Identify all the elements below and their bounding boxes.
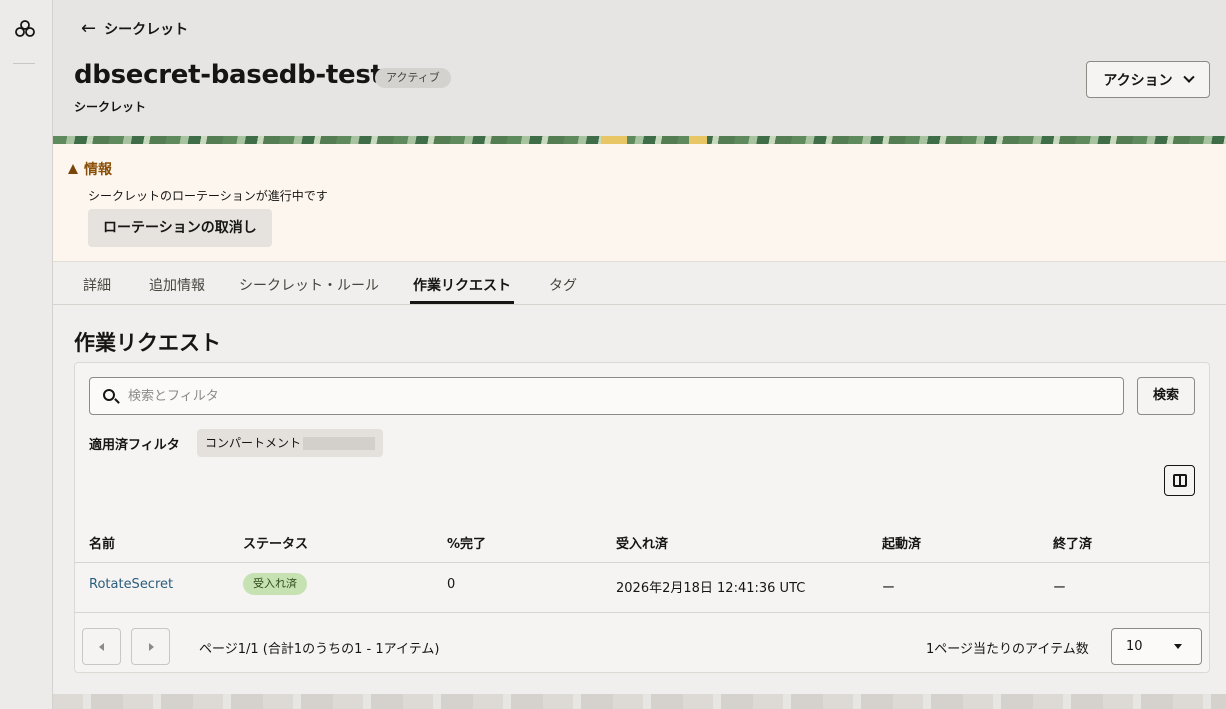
work-requests-panel: 検索 適用済フィルタ コンパートメント 名前 ステータス %完了 受入れ済 起動…: [74, 362, 1210, 673]
tab-additional-info[interactable]: 追加情報: [149, 275, 205, 295]
column-header-started[interactable]: 起動済: [882, 533, 921, 552]
rail-divider: [13, 63, 35, 64]
column-header-name[interactable]: 名前: [89, 533, 115, 552]
arrow-left-icon: ←: [81, 18, 97, 39]
column-header-status[interactable]: ステータス: [243, 533, 308, 552]
tab-bar: 詳細 追加情報 シークレット・ルール 作業リクエスト タグ: [53, 262, 1226, 305]
finished-time: ー: [1053, 581, 1067, 596]
oci-logo-icon[interactable]: [14, 19, 36, 39]
manage-columns-button[interactable]: [1164, 465, 1195, 496]
accepted-time: 2026年2月18日 12:41:36 UTC: [616, 581, 806, 596]
banner-decoration: [53, 136, 1226, 144]
started-time: ー: [882, 581, 896, 596]
column-header-accepted[interactable]: 受入れ済: [616, 533, 668, 552]
status-badge: 受入れ済: [243, 573, 307, 595]
tab-secret-rules[interactable]: シークレット・ルール: [239, 275, 379, 295]
tab-work-requests[interactable]: 作業リクエスト: [413, 275, 511, 295]
columns-icon: [1173, 474, 1187, 487]
items-per-page-value: 10: [1126, 639, 1143, 654]
search-icon: [103, 389, 115, 401]
next-page-button[interactable]: [131, 628, 170, 665]
caret-down-icon: [1174, 644, 1182, 649]
page-header: ← シークレット dbsecret-basedb-test アクティブ シークレ…: [53, 0, 1226, 136]
items-per-page-select[interactable]: 10: [1111, 628, 1202, 665]
info-heading: 情報: [68, 159, 112, 179]
cancel-rotation-button[interactable]: ローテーションの取消し: [88, 209, 272, 247]
table-header-divider: [75, 562, 1209, 563]
filter-chip-label: コンパートメント: [205, 436, 302, 450]
table-row-divider: [75, 612, 1209, 613]
caret-left-icon: [99, 643, 104, 651]
warning-icon: [68, 164, 78, 174]
pagination-info: ページ1/1 (合計1のうちの1 - 1アイテム): [199, 642, 440, 657]
active-tab-indicator: [410, 301, 514, 304]
previous-page-button[interactable]: [82, 628, 121, 665]
applied-filters-label: 適用済フィルタ: [89, 438, 180, 453]
section-title: 作業リクエスト: [74, 331, 221, 355]
actions-button[interactable]: アクション: [1086, 61, 1210, 98]
tab-tags[interactable]: タグ: [549, 275, 577, 295]
footer-decoration: [53, 694, 1226, 709]
back-link-label: シークレット: [104, 22, 189, 38]
info-alert: 情報 シークレットのローテーションが進行中です ローテーションの取消し: [53, 144, 1226, 262]
page-title: dbsecret-basedb-test: [74, 60, 383, 90]
column-header-finished[interactable]: 終了済: [1053, 533, 1092, 552]
actions-button-label: アクション: [1103, 72, 1173, 89]
compartment-filter-chip[interactable]: コンパートメント: [197, 429, 383, 457]
banner-accent: [601, 136, 627, 144]
page-subtitle: シークレット: [74, 100, 147, 114]
banner-accent: [689, 136, 707, 144]
left-rail: [0, 0, 53, 709]
search-box: [89, 377, 1124, 415]
info-heading-label: 情報: [84, 162, 112, 178]
info-message: シークレットのローテーションが進行中です: [88, 189, 328, 203]
chevron-down-icon: [1182, 71, 1195, 83]
content-area: 作業リクエスト 検索 適用済フィルタ コンパートメント 名前 ステータス %完了…: [53, 305, 1226, 694]
column-header-percent[interactable]: %完了: [447, 533, 486, 552]
back-link[interactable]: ← シークレット: [81, 19, 188, 39]
redacted-value: [303, 437, 375, 450]
main-area: ← シークレット dbsecret-basedb-test アクティブ シークレ…: [53, 0, 1226, 709]
status-badge: アクティブ: [375, 68, 451, 88]
percent-complete: 0: [447, 577, 456, 592]
search-button[interactable]: 検索: [1137, 377, 1195, 415]
caret-right-icon: [149, 643, 154, 651]
work-request-name-link[interactable]: RotateSecret: [89, 577, 173, 592]
items-per-page-label: 1ページ当たりのアイテム数: [926, 642, 1089, 657]
tab-details[interactable]: 詳細: [83, 275, 111, 295]
search-input[interactable]: [128, 378, 1108, 414]
